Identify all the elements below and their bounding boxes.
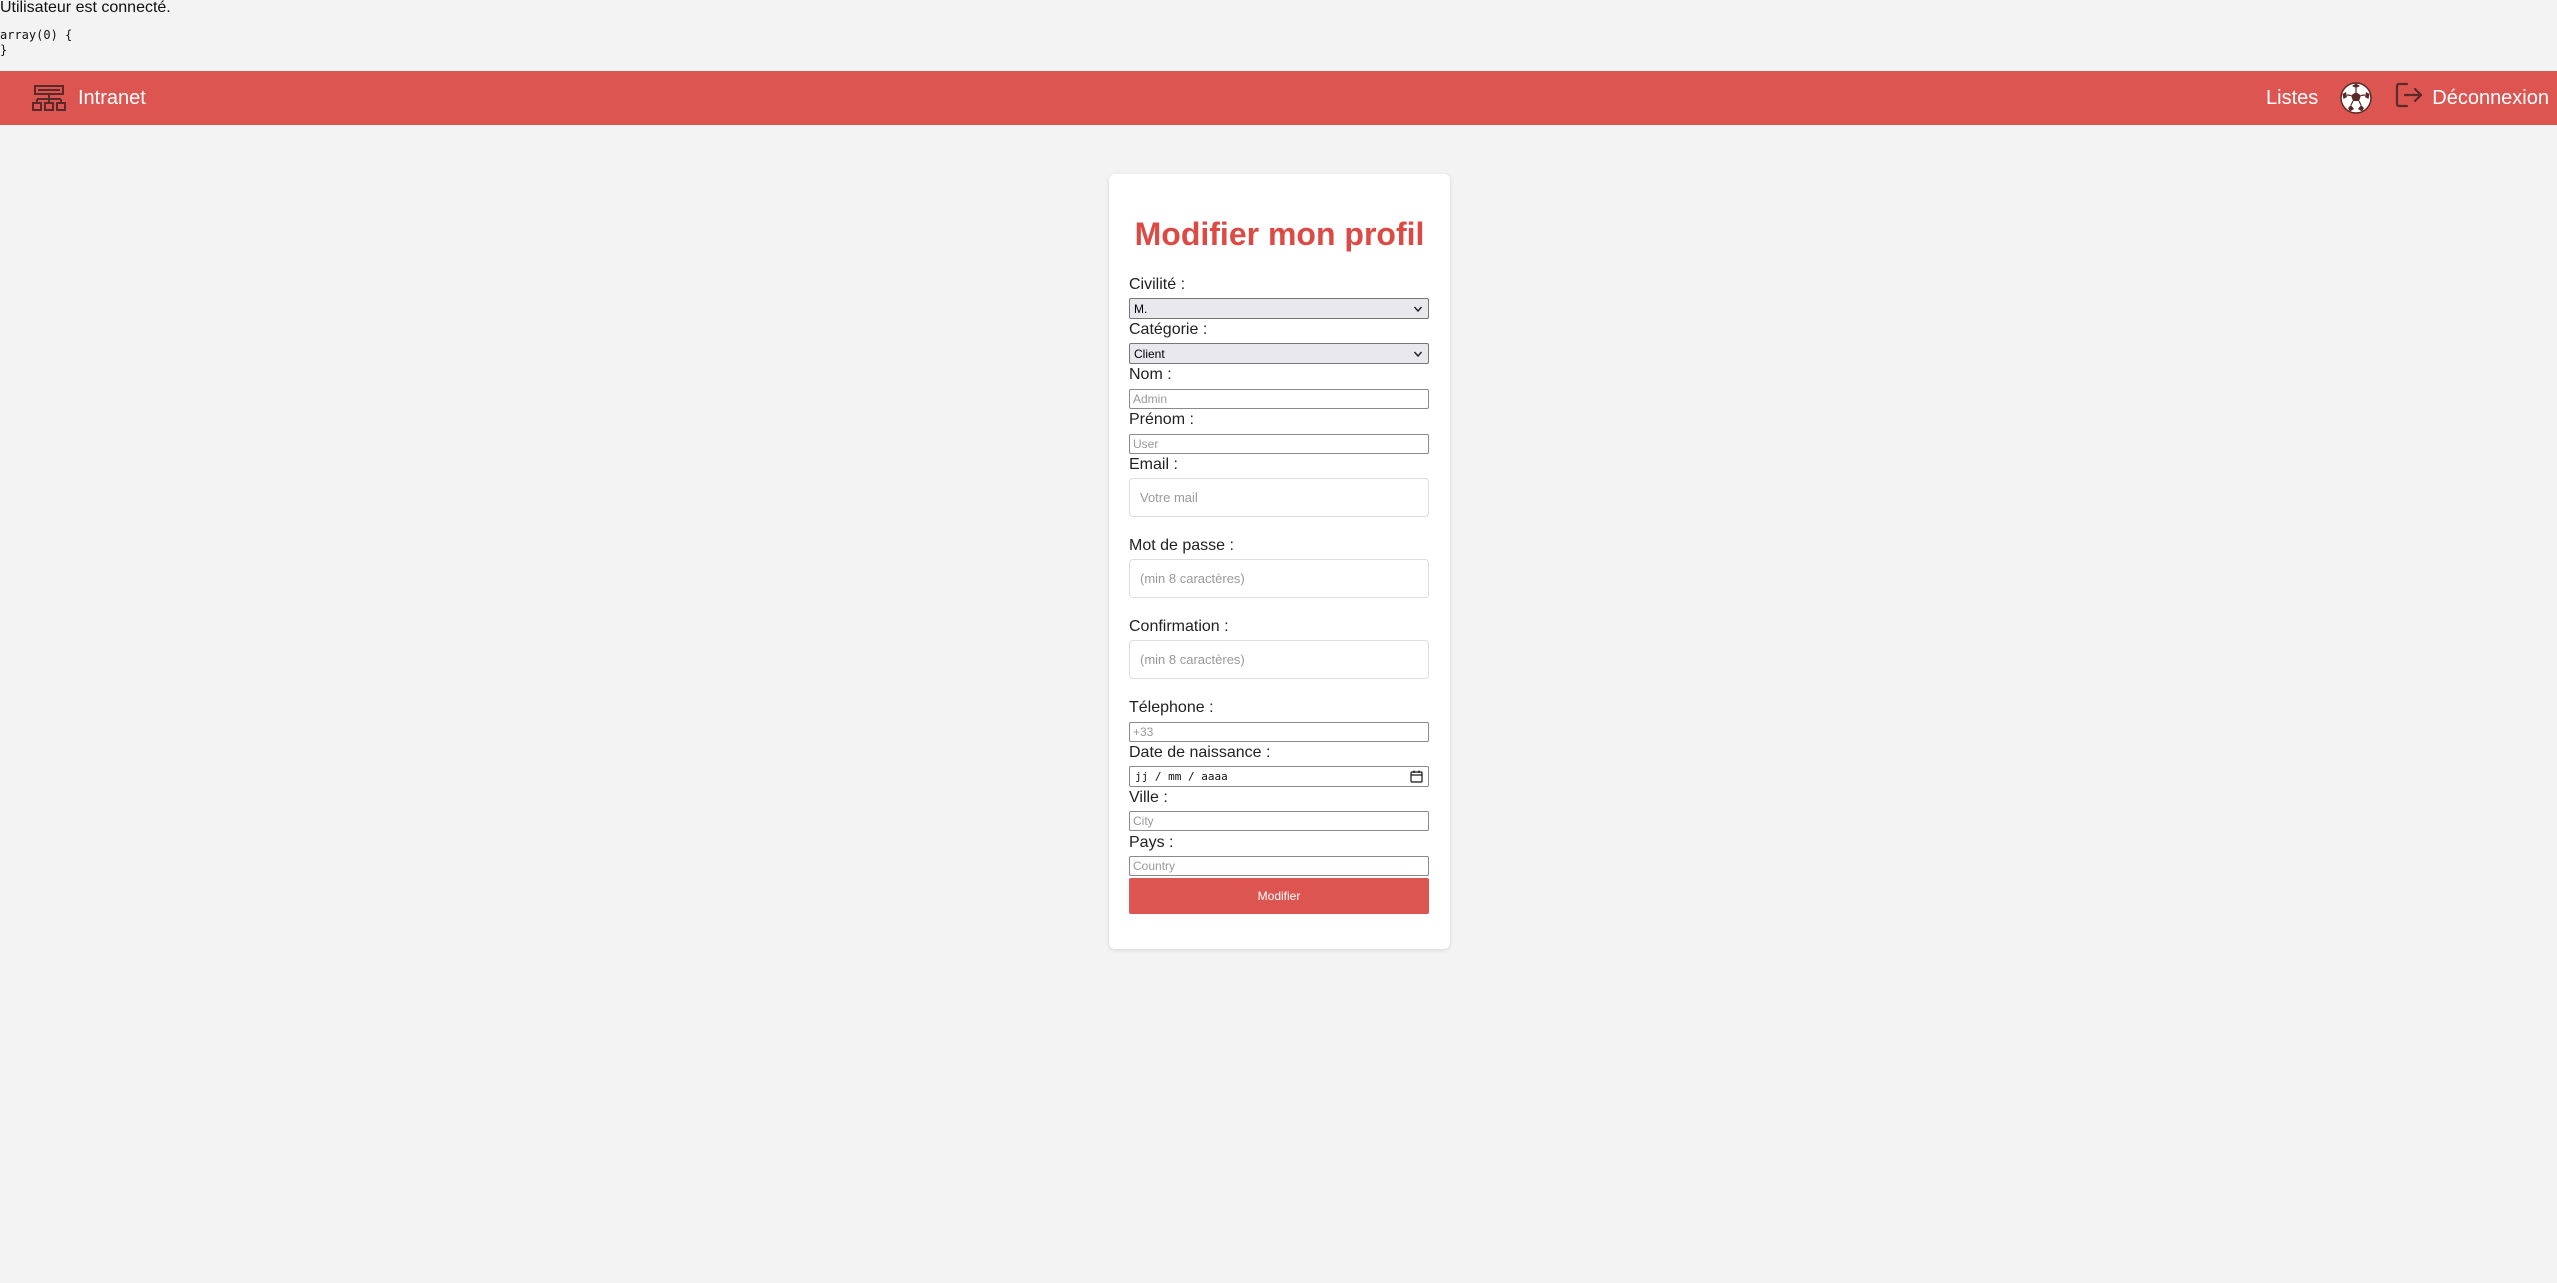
soccer-ball-icon[interactable]: [2340, 82, 2372, 114]
profile-form-card: Modifier mon profil Civilité : M. Catégo…: [1109, 174, 1450, 949]
categorie-label: Catégorie :: [1129, 321, 1208, 338]
telephone-input[interactable]: [1129, 722, 1429, 742]
civilite-label: Civilité :: [1129, 276, 1186, 293]
telephone-label: Télephone :: [1129, 699, 1214, 716]
confirmation-label: Confirmation :: [1129, 618, 1229, 635]
top-navbar: Intranet Listes Déconnexion: [0, 71, 2557, 125]
email-input[interactable]: [1129, 478, 1429, 517]
nom-input[interactable]: [1129, 389, 1429, 409]
date-naissance-input[interactable]: jj / mm / aaaa: [1129, 766, 1429, 787]
date-naissance-label: Date de naissance :: [1129, 744, 1271, 761]
nav-lists-link[interactable]: Listes: [2266, 87, 2318, 110]
nav-right-group: Listes Déconnexion: [2266, 71, 2549, 125]
logout-label: Déconnexion: [2432, 86, 2549, 109]
civilite-select[interactable]: M.: [1129, 298, 1429, 319]
sitemap-icon: [32, 85, 66, 111]
categorie-select[interactable]: Client: [1129, 343, 1429, 364]
ville-input[interactable]: [1129, 811, 1429, 831]
brand-link[interactable]: Intranet: [32, 71, 146, 125]
mot-de-passe-label: Mot de passe :: [1129, 537, 1234, 554]
password-input[interactable]: [1129, 559, 1429, 598]
prenom-label: Prénom :: [1129, 411, 1194, 428]
login-status-text: Utilisateur est connecté.: [0, 0, 171, 16]
brand-label: Intranet: [78, 86, 146, 109]
pays-input[interactable]: [1129, 856, 1429, 876]
modifier-button[interactable]: Modifier: [1129, 878, 1429, 914]
pays-label: Pays :: [1129, 834, 1174, 851]
prenom-input[interactable]: [1129, 434, 1429, 454]
logout-link[interactable]: Déconnexion: [2394, 81, 2549, 115]
password-confirmation-input[interactable]: [1129, 640, 1429, 679]
date-placeholder: jj / mm / aaaa: [1135, 770, 1228, 783]
email-label: Email :: [1129, 456, 1178, 473]
debug-dump: array(0) { }: [0, 28, 73, 57]
form-title: Modifier mon profil: [1134, 216, 1425, 252]
nom-label: Nom :: [1129, 366, 1172, 383]
civilite-value: M.: [1134, 301, 1148, 316]
ville-label: Ville :: [1129, 789, 1168, 806]
calendar-icon[interactable]: [1410, 770, 1423, 786]
logout-icon: [2394, 81, 2424, 115]
chevron-down-icon: [1413, 303, 1423, 317]
categorie-value: Client: [1134, 346, 1165, 361]
chevron-down-icon: [1413, 348, 1423, 362]
